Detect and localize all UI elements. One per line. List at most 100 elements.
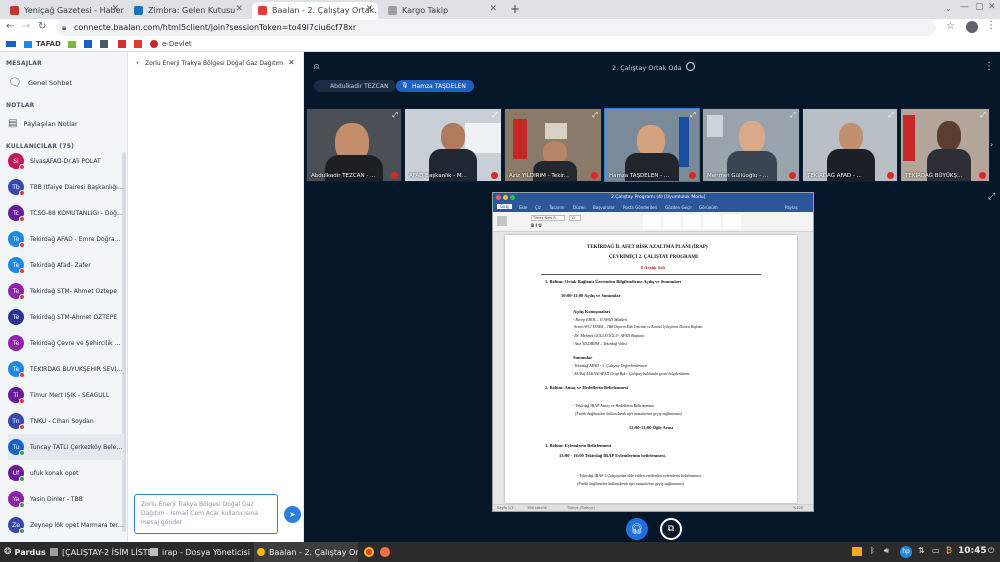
maximize-icon[interactable]: ▢ [975, 2, 984, 12]
user-list-item[interactable]: Ya Yasin Dinler - TBB [8, 486, 124, 512]
user-list-item[interactable]: Te Tekirdağ AFAD - Emre Doğramacı [8, 226, 124, 252]
tray-app-icon[interactable] [852, 547, 862, 556]
user-settings-icon[interactable]: ⍝ [314, 62, 319, 72]
minimize-icon [503, 195, 508, 200]
video-tile[interactable]: ⤢ TEKİRDAĞ BÜYÜKŞ... [900, 108, 990, 182]
bookmark-tafad[interactable]: TAFAD [36, 40, 61, 48]
back-icon[interactable]: ← [6, 21, 14, 32]
user-list-item[interactable]: Te Tekirdağ Afad- Zafer [8, 252, 124, 278]
audio-button[interactable]: 🎧︎ [626, 518, 648, 540]
bookmark-edevlet[interactable]: e-Devlet [162, 40, 192, 48]
tab-search-icon[interactable]: ⌄ [945, 4, 952, 13]
user-list-item[interactable]: Tc TCSG-88 KOMUTANLIĞI - Doğuk... [8, 200, 124, 226]
scroll-right-icon[interactable]: › [990, 140, 993, 149]
bookmark-icon[interactable] [6, 41, 16, 47]
talker-chip-active[interactable]: 🎙︎ Hamza TAŞDELEN [396, 80, 474, 92]
send-message-button[interactable]: ➤ [284, 506, 301, 523]
minimize-icon[interactable]: — [960, 2, 969, 12]
bookmark-icon[interactable] [118, 40, 126, 48]
bluetooth-icon[interactable]: ᛒ [870, 546, 875, 555]
chrome-launcher-icon[interactable] [364, 547, 374, 557]
video-tile[interactable]: ⤢ TEKİRDAĞ AFAD - ... [802, 108, 898, 182]
tab-yenicag[interactable]: Yeniçağ Gazetesi - Haber... ✕ [4, 2, 124, 19]
close-tab-icon[interactable]: ✕ [235, 4, 243, 14]
update-icon[interactable]: ₿ [946, 546, 952, 555]
user-list-item[interactable]: Te TEKİRDAĞ BÜYÜKŞEHİR SEVİM ... [8, 356, 124, 382]
muted-mic-icon [591, 172, 598, 179]
user-list-item[interactable]: Si SivasAFAD-Dr.Ali POLAT [8, 148, 124, 174]
tab-label: Yeniçağ Gazetesi - Haber... [24, 6, 124, 15]
video-tile[interactable]: ⤢ AFAD Başkanlık - M... [404, 108, 502, 182]
bookmark-icon[interactable] [68, 41, 76, 48]
bookmark-star-icon[interactable]: ☆ [946, 21, 955, 32]
reload-icon[interactable]: ↻ [38, 21, 46, 32]
close-tab-icon[interactable]: ✕ [111, 4, 119, 14]
close-tab-icon[interactable]: ✕ [365, 4, 373, 14]
options-menu-icon[interactable]: ⋮ [984, 61, 994, 72]
video-tile-speaking[interactable]: ⤢ Hamza TAŞDELEN - ... [604, 108, 700, 182]
fullscreen-icon[interactable]: ⤢ [790, 111, 796, 120]
hp-icon[interactable]: hp [900, 546, 912, 558]
user-list-item[interactable]: Tu Tuncay TATLI Çerkezköy Beledi... [8, 434, 124, 460]
video-tile[interactable]: ⤢ Mehmet Güllüoğlu - ... [702, 108, 800, 182]
tab-kargo[interactable]: Kargo Takip ✕ [382, 2, 502, 19]
bookmark-icon[interactable] [84, 40, 92, 48]
fullscreen-icon[interactable]: ⤢ [492, 111, 498, 120]
fullscreen-icon[interactable]: ⤢ [592, 111, 598, 120]
close-chat-icon[interactable]: ✕ [288, 58, 295, 67]
shared-notes-link[interactable]: ▤ Paylaşılan Notlar [8, 118, 78, 129]
recording-indicator-icon[interactable] [686, 62, 695, 71]
start-menu-button[interactable]: ❂ Pardus [4, 542, 46, 562]
chat-bubble-icon: 🗨︎ [8, 76, 22, 89]
taskbar-item[interactable]: irap - Dosya Yöneticisi [150, 542, 250, 562]
video-tile[interactable]: ⤢ Aziz YILDIRIM - Tekir... [504, 108, 602, 182]
flag-backdrop [903, 115, 915, 161]
firefox-launcher-icon[interactable] [380, 547, 390, 557]
fullscreen-presentation-icon[interactable]: ⤢ [988, 192, 995, 202]
public-chat-link[interactable]: 🗨︎ Genel Sohbet [8, 76, 72, 89]
avatar-initials: Te [12, 313, 20, 321]
fullscreen-icon[interactable]: ⤢ [392, 111, 398, 120]
tab-baalan[interactable]: Baalan - 2. Çalıştay Ortak... ✕ [252, 2, 378, 19]
new-tab-button[interactable]: + [510, 2, 520, 16]
bookmark-icon[interactable] [134, 40, 142, 48]
chevron-left-icon[interactable]: ‹ [136, 58, 139, 67]
user-name: Zeynep lök opet Marmara term... [30, 521, 124, 529]
bookmarks-bar: TAFAD e-Devlet [0, 37, 1000, 52]
avatar-initials: Te [12, 339, 20, 347]
bookmark-icon[interactable] [24, 41, 32, 48]
section-title: 1. Bölüm: Ortak Bağlantı Üzerinden Bilgi… [545, 279, 682, 284]
fullscreen-icon[interactable]: ⤢ [980, 111, 986, 120]
close-tab-icon[interactable]: ✕ [489, 4, 497, 14]
user-list-item[interactable]: Tb TBB İtfaiye Dairesi Başkanlığı - ... [8, 174, 124, 200]
notes-icon: ▤ [8, 118, 18, 129]
url-field[interactable]: 🔒︎ connecte.baalan.com/html5client/join?… [56, 20, 936, 36]
taskbar-item-active[interactable]: Baalan - 2. Çalıştay Ort... [254, 542, 358, 562]
power-icon[interactable]: ⏻ [988, 546, 994, 556]
user-list-item[interactable]: Ze Zeynep lök opet Marmara term... [8, 512, 124, 538]
battery-icon[interactable]: ▭ [932, 546, 940, 555]
share-screen-button[interactable]: ⧉ [660, 518, 682, 540]
video-tile[interactable]: ⤢ Abdulkadir TEZCAN - ... [306, 108, 402, 182]
user-list-item[interactable]: Uf ufuk konak opet [8, 460, 124, 486]
user-list-item[interactable]: Te Tekirdağ STM-Ahmet ÖZTEPE [8, 304, 124, 330]
close-window-icon[interactable]: ✕ [988, 2, 996, 12]
fullscreen-icon[interactable]: ⤢ [888, 111, 894, 120]
volume-icon[interactable]: 🔊︎ [884, 546, 889, 556]
network-icon[interactable]: ⇅ [918, 546, 925, 555]
user-list-item[interactable]: Te Tekirdağ STM- Ahmet Öztepe [8, 278, 124, 304]
chat-message-input[interactable]: Zorlu Enerji Trakya Bölgesi Doğal Gaz Da… [134, 494, 278, 534]
avatar-initials: Te [12, 235, 20, 243]
user-list-item[interactable]: Ti Timur Mert IŞIK - SEAGULL [8, 382, 124, 408]
menu-icon[interactable]: ⋮ [986, 20, 996, 31]
tab-zimbra[interactable]: Zimbra: Gelen Kutusu ✕ [128, 2, 248, 19]
ribbon-toolbar: Times New R... 12 B I U [493, 212, 813, 232]
user-list-item[interactable]: Tn TNKÜ - Cihan Soydan [8, 408, 124, 434]
profile-icon[interactable] [966, 21, 978, 33]
bookmark-icon[interactable] [100, 40, 108, 48]
taskbar-item[interactable]: [ÇALIŞTAY-2 İSİM LİSTESİ... [50, 542, 150, 562]
user-list-item[interactable]: Te Tekirdağ Çevre ve Şehircilik Ha... [8, 330, 124, 356]
forward-icon[interactable]: → [22, 21, 30, 32]
fullscreen-icon[interactable]: ⤢ [690, 111, 696, 120]
talker-chip[interactable]: Abdulkadir TEZCAN [314, 80, 397, 92]
